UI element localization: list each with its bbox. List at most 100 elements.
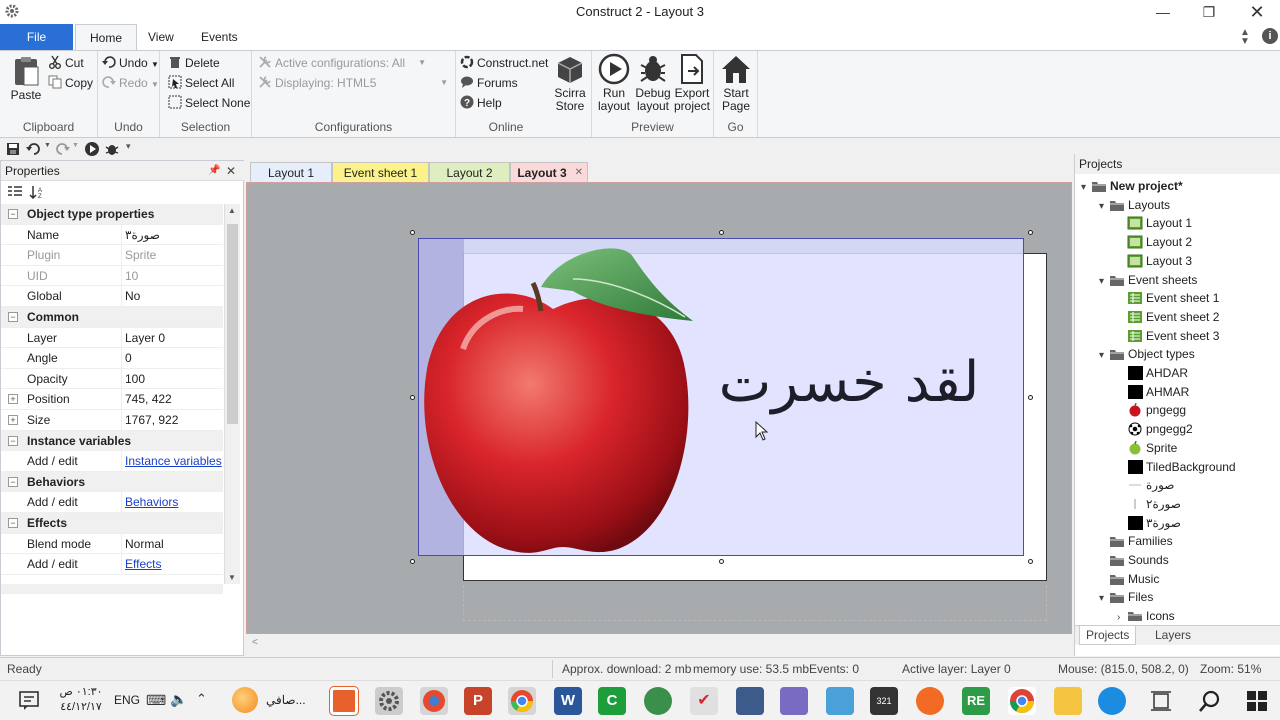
property-category[interactable]: − Common bbox=[1, 307, 223, 328]
qat-undo-icon[interactable] bbox=[26, 142, 42, 156]
app-taskbar-icon-1[interactable] bbox=[420, 687, 448, 715]
qat-undo-dropdown-icon[interactable]: ▼ bbox=[44, 142, 51, 149]
delete-button[interactable]: Delete bbox=[168, 53, 220, 73]
taskbar-language[interactable]: ENG bbox=[114, 693, 140, 707]
debug-layout-button[interactable]: Debug layout bbox=[632, 53, 674, 113]
property-category[interactable]: − Behaviors bbox=[1, 471, 223, 493]
export-project-button[interactable]: Export project bbox=[672, 53, 712, 113]
resize-handle[interactable] bbox=[1028, 395, 1033, 400]
qat-customize-icon[interactable]: ▾ bbox=[126, 141, 131, 152]
collapse-icon[interactable]: − bbox=[8, 209, 18, 219]
edge-taskbar-icon[interactable] bbox=[1098, 687, 1126, 715]
property-row[interactable]: Layer Layer 0 bbox=[1, 327, 223, 349]
property-link[interactable]: Effects bbox=[125, 554, 161, 574]
windows-start-icon[interactable] bbox=[1246, 690, 1268, 712]
layout-item[interactable]: Layout 2 bbox=[1117, 233, 1192, 252]
notification-icon[interactable] bbox=[18, 689, 40, 711]
weather-label[interactable]: صافي... bbox=[266, 693, 306, 707]
paste-button[interactable]: Paste bbox=[6, 55, 46, 102]
property-category[interactable]: − Object type properties bbox=[1, 204, 223, 225]
taskbar-clock[interactable]: ٠١:٣٠ ص ٤٤/١٢/١٧ bbox=[56, 685, 106, 715]
object-type-item[interactable]: AHMAR bbox=[1117, 383, 1189, 402]
property-row[interactable]: Plugin Sprite bbox=[1, 245, 223, 266]
globe-taskbar-icon[interactable] bbox=[644, 687, 672, 715]
alphabetical-sort-icon[interactable]: AZ bbox=[29, 185, 45, 200]
collapse-icon[interactable]: − bbox=[8, 312, 18, 322]
active-configurations-select[interactable]: Active configurations: All ▼ bbox=[258, 53, 448, 73]
property-row[interactable]: UID 10 bbox=[1, 265, 223, 287]
run-layout-button[interactable]: Run layout bbox=[594, 53, 634, 113]
object-type-item[interactable]: صورة٢ bbox=[1117, 495, 1181, 514]
property-row[interactable]: Angle 0 bbox=[1, 348, 223, 369]
event-sheet-item[interactable]: Event sheet 2 bbox=[1117, 308, 1219, 327]
paint-taskbar-icon[interactable] bbox=[826, 687, 854, 715]
save-icon[interactable] bbox=[6, 142, 20, 156]
doc-tab[interactable]: Layout 1 bbox=[250, 162, 332, 182]
construct-taskbar-icon[interactable] bbox=[330, 687, 358, 715]
scroll-up-icon[interactable]: ▲ bbox=[228, 206, 236, 215]
layout-item[interactable]: Layout 3 bbox=[1117, 252, 1192, 271]
object-type-item[interactable]: pngegg bbox=[1117, 401, 1186, 420]
select-none-button[interactable]: Select None bbox=[168, 93, 250, 113]
property-row[interactable]: Add / edit Behaviors bbox=[1, 492, 223, 513]
clapper-taskbar-icon[interactable]: 321 bbox=[870, 687, 898, 715]
resize-handle[interactable] bbox=[410, 395, 415, 400]
notes-taskbar-icon[interactable] bbox=[780, 687, 808, 715]
expand-arrow-icon[interactable]: › bbox=[1117, 609, 1127, 621]
chrome-taskbar-icon[interactable] bbox=[508, 687, 536, 715]
tray-expand-icon[interactable]: ⌃ bbox=[196, 691, 207, 707]
expand-icon[interactable]: + bbox=[8, 415, 18, 425]
displaying-select[interactable]: Displaying: HTML5 ▼ bbox=[258, 73, 454, 93]
scroll-thumb[interactable] bbox=[227, 224, 238, 424]
expand-icon[interactable]: + bbox=[8, 394, 18, 405]
project-root[interactable]: ▾ New project* bbox=[1081, 177, 1183, 196]
contacts-taskbar-icon[interactable] bbox=[736, 687, 764, 715]
resize-handle[interactable] bbox=[719, 230, 724, 235]
qat-redo-dropdown-icon[interactable]: ▼ bbox=[72, 142, 79, 149]
layout-canvas[interactable]: لقد خسرت bbox=[246, 182, 1072, 634]
qat-redo-icon[interactable] bbox=[54, 142, 70, 156]
folder-icons[interactable]: › Icons bbox=[1117, 607, 1175, 621]
property-row[interactable]: + Size 1767, 922 bbox=[1, 410, 223, 431]
property-link[interactable]: Instance variables bbox=[125, 451, 222, 471]
maximize-button[interactable]: ❐ bbox=[1194, 2, 1224, 22]
object-type-item[interactable]: pngegg2 bbox=[1117, 420, 1193, 439]
resize-handle[interactable] bbox=[1028, 230, 1033, 235]
folder-layouts[interactable]: ▾ Layouts bbox=[1099, 196, 1170, 215]
scroll-left-icon[interactable]: < bbox=[252, 637, 258, 648]
start-page-button[interactable]: Start Page bbox=[716, 53, 756, 113]
property-row[interactable]: Add / edit Effects bbox=[1, 554, 223, 575]
properties-scrollbar[interactable]: ▲ ▼ bbox=[224, 204, 240, 584]
chrome-taskbar-icon-2[interactable] bbox=[1008, 687, 1036, 715]
object-type-item[interactable]: صورة٣ bbox=[1117, 514, 1181, 533]
doc-tab[interactable]: Event sheet 1 bbox=[332, 162, 429, 182]
construct-net-link[interactable]: Construct.net bbox=[460, 53, 548, 73]
property-row[interactable]: + Position 745, 422 bbox=[1, 389, 223, 410]
event-sheet-item[interactable]: Event sheet 1 bbox=[1117, 289, 1219, 308]
scroll-down-icon[interactable]: ▼ bbox=[228, 573, 236, 582]
tab-layers[interactable]: Layers bbox=[1149, 626, 1197, 645]
undo-dropdown-icon[interactable]: ▼ bbox=[151, 60, 159, 69]
property-category[interactable]: − Effects bbox=[1, 513, 223, 534]
search-icon[interactable] bbox=[1198, 689, 1222, 713]
expand-arrow-icon[interactable]: ▾ bbox=[1099, 273, 1109, 292]
collapse-icon[interactable]: − bbox=[8, 518, 18, 528]
expand-arrow-icon[interactable]: ▾ bbox=[1081, 179, 1091, 198]
minimize-button[interactable]: — bbox=[1148, 2, 1178, 22]
folder-files[interactable]: ▾ Files bbox=[1099, 588, 1153, 607]
categorized-sort-icon[interactable] bbox=[7, 185, 23, 199]
weather-icon[interactable] bbox=[232, 687, 258, 713]
property-row[interactable]: Name صورة٣ bbox=[1, 224, 223, 246]
resize-handle[interactable] bbox=[719, 559, 724, 564]
powerpoint-taskbar-icon[interactable]: P bbox=[464, 687, 492, 715]
close-tab-icon[interactable]: ✕ bbox=[575, 163, 583, 183]
folder-object-types[interactable]: ▾ Object types bbox=[1099, 345, 1195, 364]
property-row[interactable]: Opacity 100 bbox=[1, 368, 223, 390]
layout-item[interactable]: Layout 1 bbox=[1117, 214, 1192, 233]
folder-event-sheets[interactable]: ▾ Event sheets bbox=[1099, 271, 1197, 290]
collapse-icon[interactable]: − bbox=[8, 435, 18, 446]
property-category[interactable]: − Instance variables bbox=[1, 430, 223, 452]
property-link[interactable]: Behaviors bbox=[125, 492, 178, 512]
close-button[interactable]: ✕ bbox=[1242, 2, 1272, 22]
expand-arrow-icon[interactable]: ▾ bbox=[1099, 590, 1109, 609]
